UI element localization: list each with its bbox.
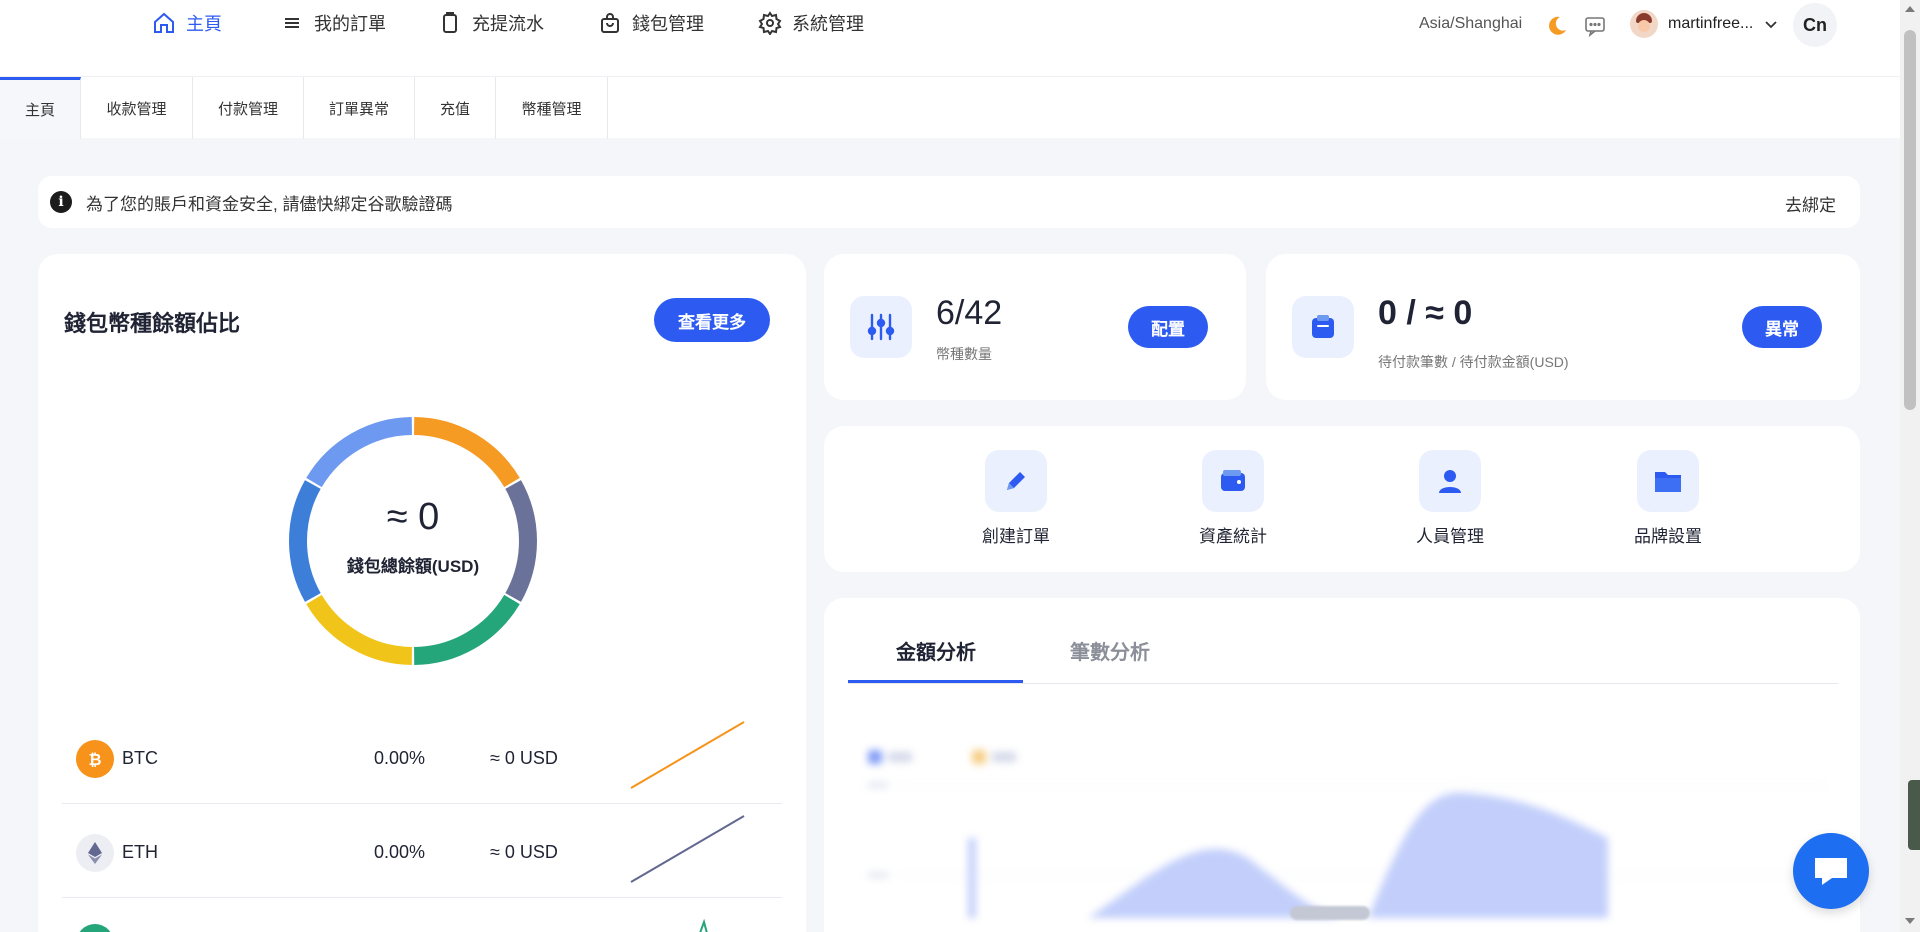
divider	[848, 683, 1838, 684]
coin-value: ≈ 0 USD	[490, 842, 558, 862]
sliders-icon	[850, 296, 912, 358]
tab-home[interactable]: 主頁	[0, 77, 81, 139]
nav-item-label: 我的訂單	[314, 14, 386, 34]
moon-icon[interactable]	[1545, 14, 1569, 38]
avatar	[1630, 10, 1658, 38]
currency-count-label: 幣種數量	[936, 346, 992, 362]
create-order-action[interactable]: 創建訂單	[956, 450, 1076, 547]
btc-icon: ₿	[76, 740, 114, 778]
coin-percentage: 0.00%	[374, 748, 426, 768]
donut-center: ≈ 0 錢包總餘額(USD)	[288, 416, 538, 666]
exception-button[interactable]: 異常	[1742, 306, 1822, 348]
nav-item-transactions[interactable]: 充提流水	[438, 8, 544, 38]
nav-item-my-orders[interactable]: 我的訂單	[280, 8, 386, 38]
nav-item-label: 系統管理	[792, 14, 864, 34]
menu-icon	[285, 18, 299, 28]
home-icon	[154, 12, 174, 33]
coin-icon	[76, 924, 114, 932]
inbox-icon	[1292, 296, 1354, 358]
blurred-chart-placeholder	[868, 750, 1828, 918]
support-chat-button[interactable]	[1793, 833, 1869, 909]
nav-item-label: 錢包管理	[632, 14, 704, 34]
currency-count-value: 6/42	[936, 294, 1003, 332]
sparkline	[630, 815, 745, 883]
view-more-button[interactable]: 查看更多	[654, 298, 770, 342]
nav-item-system[interactable]: 系統管理	[758, 8, 864, 38]
tab-count-analysis[interactable]: 筆數分析	[1070, 636, 1150, 665]
user-icon	[1419, 450, 1481, 512]
wallet-card: 錢包幣種餘額佔比 查看更多 ≈ 0 錢包總餘額(USD) ₿ BTC 0.00%…	[38, 254, 806, 932]
security-notice: i 為了您的賬戶和資金安全, 請儘快綁定谷歌驗證碼 去綁定	[38, 176, 1860, 228]
action-label: 人員管理	[1416, 527, 1484, 546]
timezone-label[interactable]: Asia/Shanghai	[1419, 15, 1522, 33]
tab-order-exceptions[interactable]: 訂單異常	[304, 77, 415, 139]
user-menu[interactable]: martinfree...	[1630, 10, 1779, 38]
nav-item-wallet[interactable]: 錢包管理	[598, 8, 704, 38]
staff-management-action[interactable]: 人員管理	[1390, 450, 1510, 547]
asset-stats-action[interactable]: 資產統計	[1173, 450, 1293, 547]
nav-item-label: 主頁	[186, 14, 222, 34]
sparkline	[630, 721, 745, 789]
bag-icon	[601, 13, 619, 33]
action-label: 品牌設置	[1634, 527, 1702, 546]
list-item[interactable]: ETH 0.00% ≈ 0 USD	[62, 804, 782, 898]
coin-name: BTC	[122, 748, 158, 768]
pending-payment-card: 0 / ≈ 0 待付款筆數 / 待付款金額(USD) 異常	[1266, 254, 1860, 400]
folder-icon	[1637, 450, 1699, 512]
total-balance: ≈ 0	[386, 496, 440, 538]
svg-text:₿: ₿	[88, 750, 101, 769]
nav-item-home[interactable]: 主頁	[152, 8, 222, 38]
pending-label: 待付款筆數 / 待付款金額(USD)	[1378, 354, 1569, 370]
scroll-down-arrow[interactable]	[1905, 918, 1915, 924]
pending-value: 0 / ≈ 0	[1378, 294, 1473, 332]
configure-button[interactable]: 配置	[1128, 306, 1208, 348]
page-tabs: 主頁 收款管理 付款管理 訂單異常 充值 幣種管理	[0, 76, 1900, 139]
total-balance-label: 錢包總餘額(USD)	[346, 557, 480, 576]
pencil-icon	[985, 450, 1047, 512]
clipboard-icon	[443, 12, 457, 33]
language-switch[interactable]: Cn	[1793, 3, 1837, 47]
bind-link[interactable]: 去綁定	[1785, 191, 1836, 216]
analysis-card: 金額分析 筆數分析	[824, 598, 1860, 932]
brand-settings-action[interactable]: 品牌設置	[1608, 450, 1728, 547]
tab-receipts[interactable]: 收款管理	[81, 77, 193, 139]
tab-currency-management[interactable]: 幣種管理	[496, 77, 608, 139]
action-label: 資產統計	[1199, 527, 1267, 546]
list-item[interactable]: ₿ BTC 0.00% ≈ 0 USD	[62, 710, 782, 804]
wallet-icon	[1202, 450, 1264, 512]
tab-payments[interactable]: 付款管理	[193, 77, 304, 139]
sparkline	[699, 918, 708, 932]
info-icon: i	[50, 191, 72, 213]
side-widget-handle[interactable]	[1908, 780, 1920, 850]
coin-value: ≈ 0 USD	[490, 748, 558, 768]
coin-name: ETH	[122, 842, 158, 862]
currency-count-card: 6/42 幣種數量 配置	[824, 254, 1246, 400]
quick-actions-card: 創建訂單 資產統計 人員管理 品牌設置	[824, 426, 1860, 572]
eth-icon	[76, 834, 114, 872]
scroll-thumb[interactable]	[1904, 30, 1916, 410]
nav-item-label: 充提流水	[472, 14, 544, 34]
username: martinfree...	[1668, 15, 1754, 32]
chat-bubble-icon	[1815, 858, 1847, 885]
tab-amount-analysis[interactable]: 金額分析	[896, 636, 976, 665]
chevron-down-icon	[1765, 21, 1777, 29]
tab-recharge[interactable]: 充值	[415, 77, 496, 139]
gear-icon	[758, 11, 782, 35]
action-label: 創建訂單	[982, 527, 1050, 546]
loading-indicator	[1290, 906, 1370, 920]
scroll-up-arrow[interactable]	[1905, 6, 1915, 12]
top-navbar: 主頁 我的訂單 充提流水 錢包管理 系統管理 Asia/Shanghai mar…	[0, 0, 1900, 76]
message-icon[interactable]	[1583, 14, 1607, 38]
notice-text: 為了您的賬戶和資金安全, 請儘快綁定谷歌驗證碼	[86, 194, 453, 214]
wallet-title: 錢包幣種餘額佔比	[64, 311, 241, 336]
coin-percentage: 0.00%	[374, 842, 426, 862]
